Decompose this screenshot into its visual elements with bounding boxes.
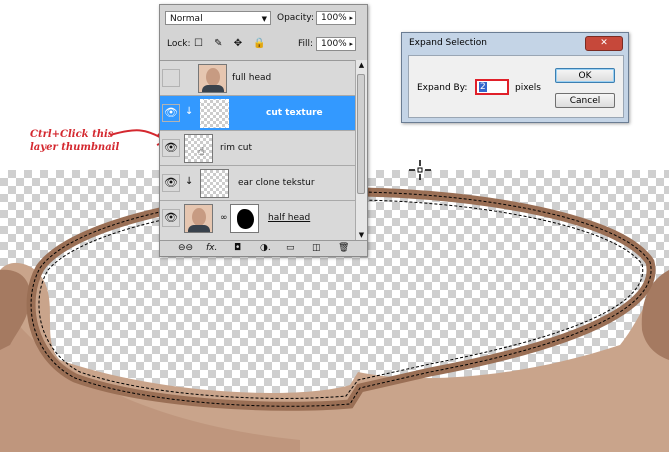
opacity-value: 100%: [321, 13, 347, 23]
clipping-arrow-icon: ↓: [185, 176, 194, 187]
expand-by-input[interactable]: 2: [475, 79, 509, 95]
fill-dropdown-icon[interactable]: ▸: [349, 38, 353, 51]
blend-mode-select[interactable]: Normal ▼: [165, 11, 271, 25]
group-icon[interactable]: ▭: [286, 243, 295, 253]
layers-panel: Normal ▼ Opacity: 100% ▸ Lock: ☐ ✎ ✥ 🔒 F…: [159, 4, 368, 257]
hand-cursor-icon: ☝: [198, 145, 205, 158]
eye-icon[interactable]: 👁: [162, 174, 180, 192]
fx-icon[interactable]: fx.: [206, 243, 217, 253]
close-button[interactable]: ✕: [585, 36, 623, 51]
eye-icon[interactable]: 👁: [162, 209, 180, 227]
layer-thumbnail-ear-clone[interactable]: [200, 169, 229, 198]
scrollbar-thumb[interactable]: [357, 74, 365, 194]
layer-name: cut texture: [266, 108, 323, 118]
opacity-dropdown-icon[interactable]: ▸: [349, 12, 353, 25]
layers-footer: ⊖⊖ fx. ◘ ◑. ▭ ◫ 🗑: [160, 240, 367, 257]
adjustment-icon[interactable]: ◑.: [260, 243, 271, 253]
scroll-down-icon[interactable]: ▼: [356, 230, 367, 240]
crosshair-cursor-icon: [409, 160, 431, 180]
expand-selection-dialog: Expand Selection ✕ Expand By: 2 pixels O…: [401, 32, 629, 123]
new-layer-icon[interactable]: ◫: [312, 243, 321, 253]
link-icon[interactable]: ⊖⊖: [178, 243, 193, 253]
layers-scrollbar[interactable]: ▲ ▼: [355, 60, 367, 240]
fill-value: 100%: [321, 39, 347, 49]
visibility-toggle-off[interactable]: [162, 69, 180, 87]
annotation-text: Ctrl+Click this layer thumbnail: [30, 128, 119, 154]
ok-button[interactable]: OK: [555, 68, 615, 83]
mask-link-icon[interactable]: ∞: [220, 213, 228, 223]
layer-name: half head: [268, 213, 311, 223]
trash-icon[interactable]: 🗑: [338, 243, 349, 253]
blend-mode-value: Normal: [170, 14, 203, 24]
layer-thumbnail-half-head[interactable]: [184, 204, 213, 233]
layer-thumbnail-cut-texture[interactable]: [200, 99, 229, 128]
layer-row-ear-clone-tekstur[interactable]: 👁 ↓ ear clone tekstur: [160, 166, 355, 201]
cancel-button[interactable]: Cancel: [555, 93, 615, 108]
dialog-body: Expand By: 2 pixels OK Cancel: [408, 55, 624, 118]
chevron-down-icon: ▼: [261, 15, 267, 23]
scroll-up-icon[interactable]: ▲: [356, 60, 367, 70]
clipping-arrow-icon: ↓: [185, 106, 194, 117]
layer-row-half-head[interactable]: 👁 ∞ half head: [160, 201, 355, 236]
layer-thumbnail-full-head[interactable]: [198, 64, 227, 93]
layer-mask-thumbnail[interactable]: [230, 204, 259, 233]
eye-icon[interactable]: 👁: [162, 104, 180, 122]
fill-label: Fill:: [298, 39, 314, 49]
opacity-label: Opacity:: [277, 13, 314, 23]
expand-by-value: 2: [479, 82, 487, 92]
close-icon: ✕: [600, 38, 608, 48]
fill-field[interactable]: 100% ▸: [316, 37, 356, 51]
annotation-line-1: Ctrl+Click this: [30, 129, 114, 140]
lock-label: Lock:: [167, 39, 191, 49]
layer-name: full head: [232, 73, 272, 83]
unit-label: pixels: [515, 83, 541, 93]
eye-icon[interactable]: 👁: [162, 139, 180, 157]
layers-list: full head 👁 ↓ cut texture 👁 ☝ rim cut 👁 …: [160, 60, 355, 241]
expand-by-label: Expand By:: [417, 83, 468, 93]
mask-icon[interactable]: ◘: [234, 243, 241, 253]
opacity-field[interactable]: 100% ▸: [316, 11, 356, 25]
lock-options-icon[interactable]: ☐ ✎ ✥ 🔒: [194, 38, 270, 49]
layer-name: ear clone tekstur: [238, 178, 315, 188]
dialog-title: Expand Selection: [409, 38, 487, 48]
layer-row-rim-cut[interactable]: 👁 ☝ rim cut: [160, 131, 355, 166]
layers-panel-top-bar: Normal ▼ Opacity: 100% ▸: [160, 5, 367, 33]
annotation-line-2: layer thumbnail: [30, 142, 120, 153]
layer-row-full-head[interactable]: full head: [160, 61, 355, 96]
layer-row-cut-texture[interactable]: 👁 ↓ cut texture: [160, 96, 355, 131]
layer-name: rim cut: [220, 143, 253, 153]
